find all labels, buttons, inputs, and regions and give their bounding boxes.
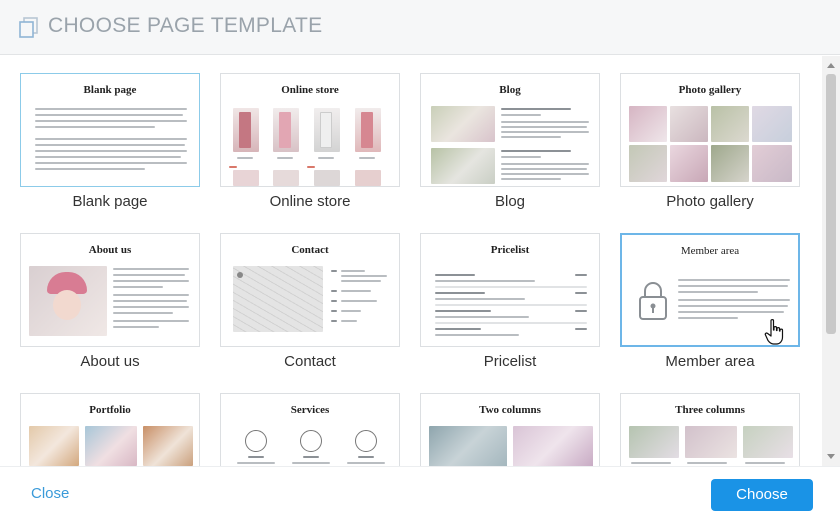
template-thumbnail: Portfolio bbox=[20, 393, 200, 466]
template-thumbnail: Photo gallery bbox=[620, 73, 800, 187]
template-label: Blog bbox=[494, 193, 526, 210]
thumbnail-title: Two columns bbox=[479, 404, 541, 416]
thumbnail-title: Member area bbox=[680, 245, 740, 257]
service-icon bbox=[355, 430, 377, 452]
template-thumbnail: Online store bbox=[220, 73, 400, 187]
thumbnail-title: Photo gallery bbox=[678, 84, 742, 96]
thumbnail-title: Blank page bbox=[83, 84, 137, 96]
thumbnail-title: Services bbox=[290, 404, 330, 416]
thumbnail-title: Contact bbox=[291, 244, 329, 256]
scrollbar-thumb[interactable] bbox=[826, 74, 836, 334]
pages-icon bbox=[19, 17, 38, 38]
scroll-up-arrow-icon[interactable] bbox=[827, 63, 835, 68]
dialog-header: CHOOSE PAGE TEMPLATE bbox=[0, 0, 840, 55]
thumbnail-title: Pricelist bbox=[490, 244, 530, 256]
scroll-down-arrow-icon[interactable] bbox=[827, 454, 835, 459]
lock-icon bbox=[639, 282, 667, 320]
choose-template-dialog: CHOOSE PAGE TEMPLATE Blank page Blank pa… bbox=[0, 0, 840, 525]
template-thumbnail: About us bbox=[20, 233, 200, 347]
thumbnail-title: Three columns bbox=[675, 404, 745, 416]
thumbnail-title: Portfolio bbox=[89, 404, 131, 416]
service-icon bbox=[300, 430, 322, 452]
template-thumbnail: Three columns bbox=[620, 393, 800, 466]
thumbnail-title: About us bbox=[88, 244, 132, 256]
thumbnail-title: Blog bbox=[499, 84, 521, 96]
template-label: Online store bbox=[269, 193, 351, 210]
dialog-footer: Close Choose bbox=[0, 466, 840, 525]
dialog-title: CHOOSE PAGE TEMPLATE bbox=[48, 14, 323, 37]
thumbnail-title: Online store bbox=[281, 84, 339, 96]
template-thumbnail: Blank page bbox=[20, 73, 200, 187]
vertical-scrollbar[interactable] bbox=[822, 56, 840, 466]
template-thumbnail: Contact bbox=[220, 233, 400, 347]
template-thumbnail: Blog bbox=[420, 73, 600, 187]
close-button[interactable]: Close bbox=[31, 485, 69, 502]
template-thumbnail: Services bbox=[220, 393, 400, 466]
template-label: About us bbox=[80, 353, 140, 370]
template-label: Contact bbox=[284, 353, 336, 370]
template-label: Blank page bbox=[72, 193, 148, 210]
service-icon bbox=[245, 430, 267, 452]
template-label: Photo gallery bbox=[666, 193, 754, 210]
template-thumbnail: Pricelist bbox=[420, 233, 600, 347]
hand-pointer-cursor-icon bbox=[764, 319, 784, 345]
template-label: Pricelist bbox=[483, 353, 537, 370]
template-grid: Blank page Blank page Online store Onlin… bbox=[0, 56, 822, 466]
choose-button[interactable]: Choose bbox=[711, 479, 813, 511]
template-thumbnail: Two columns bbox=[420, 393, 600, 466]
template-label: Member area bbox=[665, 353, 755, 370]
